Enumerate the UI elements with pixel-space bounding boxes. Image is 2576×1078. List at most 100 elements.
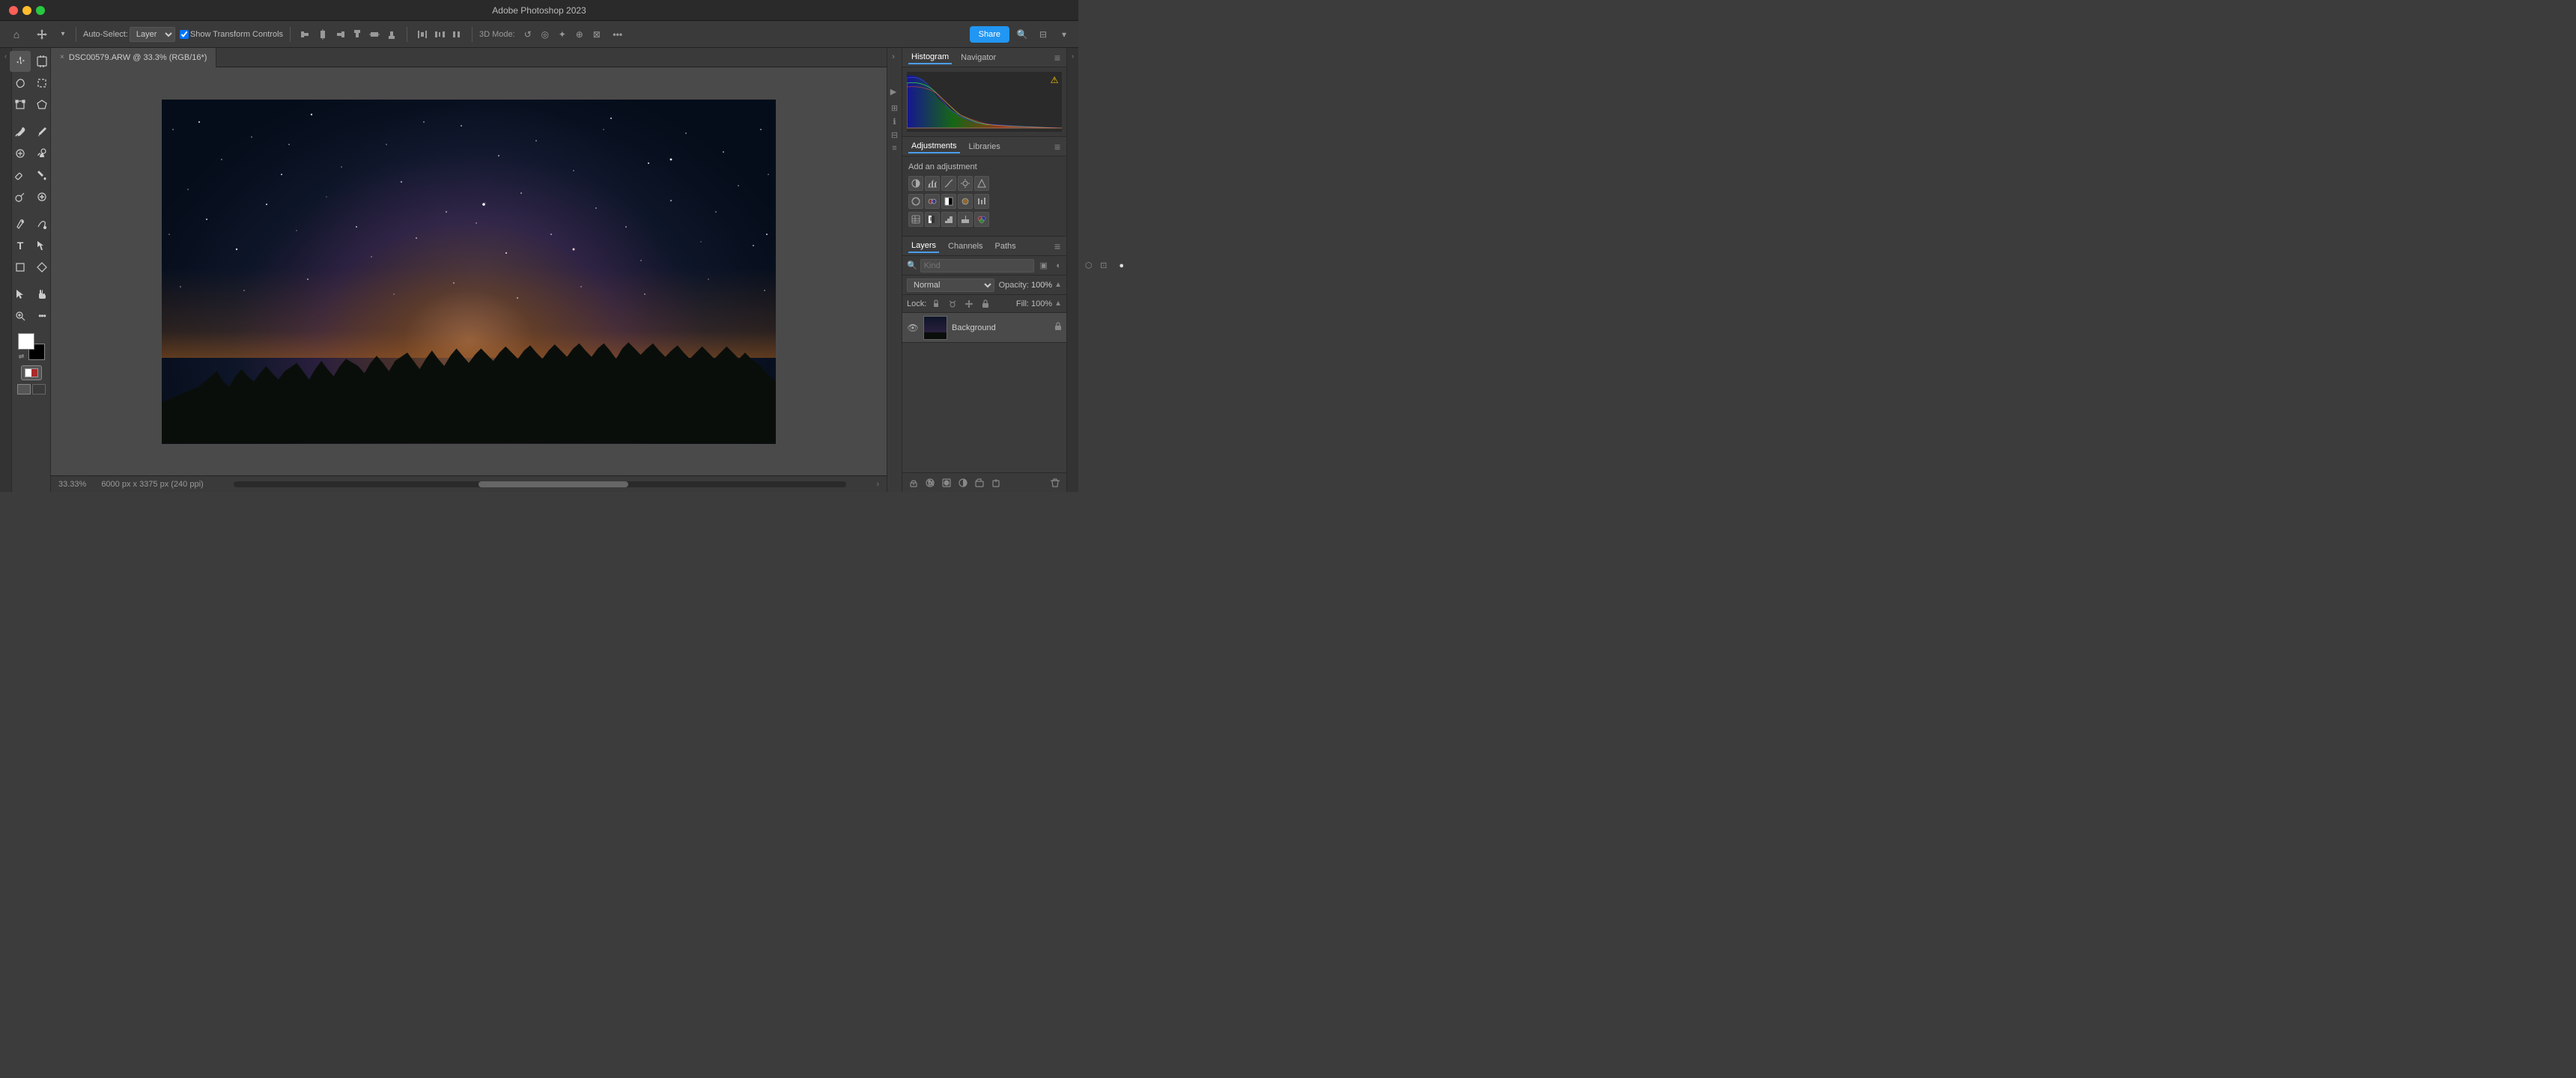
align-left-edges[interactable]: [297, 26, 314, 43]
threshold-adj[interactable]: [958, 212, 973, 227]
move-tool[interactable]: [10, 51, 31, 72]
foreground-color-swatch[interactable]: [18, 333, 34, 350]
align-top-edges[interactable]: [349, 26, 365, 43]
new-layer[interactable]: [989, 476, 1003, 490]
swatches-panel-toggle[interactable]: ≡: [889, 142, 901, 154]
healing-tool[interactable]: [10, 143, 31, 164]
3d-roll[interactable]: ◎: [537, 26, 553, 43]
scrollbar-thumb[interactable]: [479, 481, 628, 487]
lock-artboards[interactable]: [979, 297, 992, 311]
spot-heal-tool[interactable]: [31, 186, 52, 207]
tab-close[interactable]: ×: [60, 53, 64, 61]
filter-by-shape[interactable]: ⬡: [1082, 259, 1096, 272]
eyedropper-tool[interactable]: [10, 121, 31, 142]
move-mode-dropdown[interactable]: ▾: [57, 25, 69, 43]
transform-controls-checkbox[interactable]: [180, 30, 189, 39]
photo-filter-adj[interactable]: [958, 194, 973, 209]
filter-by-adjustment[interactable]: ◐: [1052, 259, 1066, 272]
horizontal-scrollbar[interactable]: [234, 481, 847, 487]
filter-by-pixel[interactable]: ▣: [1037, 259, 1051, 272]
layers-collapse[interactable]: ≡: [1054, 240, 1060, 252]
link-layers[interactable]: [907, 476, 920, 490]
shape-tool[interactable]: [10, 257, 31, 278]
paint-bucket-tool[interactable]: [31, 165, 52, 186]
minimize-button[interactable]: [22, 6, 31, 15]
adjustments-tab[interactable]: Adjustments: [908, 140, 960, 153]
blend-mode-select[interactable]: Normal Multiply Screen: [907, 278, 994, 292]
3d-pan[interactable]: ✦: [554, 26, 571, 43]
levels-adj[interactable]: [925, 176, 940, 191]
brightness-contrast-adj[interactable]: [908, 176, 923, 191]
layers-tab[interactable]: Layers: [908, 240, 939, 253]
black-white-adj[interactable]: [941, 194, 956, 209]
navigator-tab[interactable]: Navigator: [958, 52, 999, 64]
close-button[interactable]: [9, 6, 18, 15]
quick-mask-button[interactable]: [21, 365, 42, 380]
hue-sat-adj[interactable]: [908, 194, 923, 209]
move-tool-button[interactable]: [31, 25, 52, 43]
workspace-dropdown[interactable]: ▾: [1056, 26, 1072, 43]
auto-select-dropdown[interactable]: Layer Group: [130, 27, 175, 42]
stamp-tool[interactable]: [31, 143, 52, 164]
search-button[interactable]: 🔍: [1014, 26, 1030, 43]
pen-tool[interactable]: [10, 213, 31, 234]
zoom-tool[interactable]: [10, 305, 31, 326]
3d-rotate[interactable]: ↺: [520, 26, 536, 43]
color-balance-adj[interactable]: [925, 194, 940, 209]
channels-tab[interactable]: Channels: [945, 240, 985, 252]
layers-search-input[interactable]: [920, 259, 1034, 272]
posterize-adj[interactable]: [941, 212, 956, 227]
custom-shape-tool[interactable]: [31, 257, 52, 278]
curves-adj[interactable]: [941, 176, 956, 191]
collapse-right-panel[interactable]: ›: [1068, 51, 1078, 61]
color-lookup-adj[interactable]: [908, 212, 923, 227]
3d-scale[interactable]: ⊠: [589, 26, 605, 43]
artboard-tool[interactable]: [31, 51, 52, 72]
document-tab[interactable]: × DSC00579.ARW @ 33.3% (RGB/16*): [51, 48, 216, 67]
filter-by-smart[interactable]: ⊡: [1097, 259, 1111, 272]
info-panel-toggle[interactable]: ℹ: [889, 115, 901, 127]
rect-select-tool[interactable]: [31, 73, 52, 94]
hand-tool[interactable]: [31, 284, 52, 305]
add-layer-style[interactable]: fx: [923, 476, 937, 490]
adjustments-collapse[interactable]: ≡: [1054, 141, 1060, 153]
properties-panel-toggle[interactable]: ⊞: [889, 102, 901, 114]
type-tool[interactable]: T: [10, 235, 31, 256]
exposure-adj[interactable]: [958, 176, 973, 191]
history-button[interactable]: ▶: [887, 85, 899, 97]
home-button[interactable]: ⌂: [6, 25, 27, 43]
layer-visibility-toggle[interactable]: 👁: [907, 322, 919, 334]
layer-item[interactable]: 👁 Background: [902, 313, 1066, 343]
3d-slide[interactable]: ⊕: [571, 26, 588, 43]
align-right-edges[interactable]: [332, 26, 348, 43]
filter-toggle[interactable]: ●: [1115, 259, 1128, 272]
pencil-tool[interactable]: [31, 121, 52, 142]
selective-color-adj[interactable]: [974, 212, 989, 227]
distribute-left[interactable]: [414, 26, 431, 43]
new-group[interactable]: [973, 476, 986, 490]
align-panel-toggle[interactable]: ⊟: [889, 129, 901, 141]
histogram-collapse[interactable]: ≡: [1054, 52, 1060, 64]
polygon-tool[interactable]: [31, 94, 52, 115]
canvas-content[interactable]: [51, 67, 887, 475]
histogram-tab[interactable]: Histogram: [908, 51, 952, 64]
invert-adj[interactable]: I: [925, 212, 940, 227]
lock-position[interactable]: [962, 297, 976, 311]
libraries-tab[interactable]: Libraries: [966, 141, 1003, 153]
align-bottom-edges[interactable]: [383, 26, 400, 43]
expand-right[interactable]: ›: [887, 51, 899, 63]
add-layer-mask[interactable]: [940, 476, 953, 490]
path-select-tool[interactable]: [31, 235, 52, 256]
distribute-right[interactable]: [449, 26, 465, 43]
vibrance-adj[interactable]: [974, 176, 989, 191]
swap-colors-button[interactable]: ⇌: [18, 353, 25, 360]
new-fill-adjustment[interactable]: [956, 476, 970, 490]
distribute-centers-h[interactable]: [431, 26, 448, 43]
workspace-layout-button[interactable]: ⊟: [1035, 26, 1051, 43]
standard-screen-mode[interactable]: [17, 384, 31, 395]
lock-transparent-pixels[interactable]: [929, 297, 943, 311]
lasso-tool[interactable]: [10, 73, 31, 94]
align-vertical-centers[interactable]: [366, 26, 383, 43]
dodge-tool[interactable]: [10, 186, 31, 207]
channel-mixer-adj[interactable]: [974, 194, 989, 209]
